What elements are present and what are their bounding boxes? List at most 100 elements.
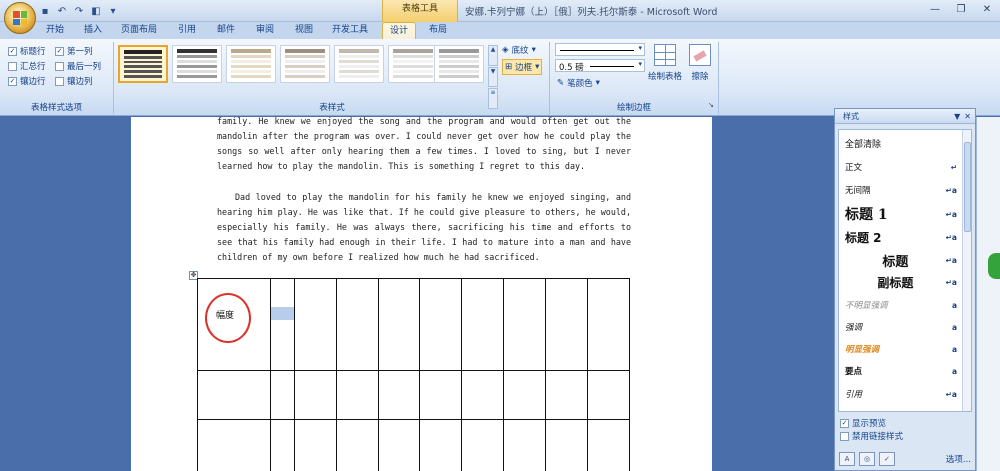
table-style-dark[interactable] bbox=[172, 45, 222, 83]
manage-styles-icon[interactable]: ✓ bbox=[879, 452, 895, 466]
table-cell[interactable] bbox=[293, 419, 337, 471]
total-row-checkbox[interactable] bbox=[8, 61, 17, 71]
table-style-grid[interactable] bbox=[118, 45, 168, 83]
undo-icon[interactable]: ↶ bbox=[55, 4, 69, 18]
table-cell[interactable] bbox=[419, 278, 463, 371]
table-cell[interactable] bbox=[377, 419, 421, 471]
tab-view[interactable]: 视图 bbox=[289, 22, 319, 39]
table-cell[interactable] bbox=[545, 419, 588, 471]
table-cell[interactable] bbox=[461, 419, 505, 471]
pane-close-icon[interactable]: ✕ bbox=[964, 112, 971, 121]
table-cell[interactable] bbox=[503, 278, 547, 371]
disable-linked-styles-checkbox[interactable] bbox=[840, 431, 849, 441]
table-cell[interactable] bbox=[197, 419, 271, 471]
last-column-checkbox[interactable] bbox=[55, 61, 64, 71]
table-cell[interactable] bbox=[587, 419, 630, 471]
tab-page-layout[interactable]: 页面布局 bbox=[117, 22, 161, 39]
style-inspector-icon[interactable]: ◎ bbox=[859, 452, 875, 466]
table-cell[interactable] bbox=[377, 370, 421, 420]
options-link[interactable]: 选项... bbox=[946, 453, 971, 465]
table-style-striped[interactable] bbox=[388, 45, 438, 83]
table-style-plain[interactable] bbox=[434, 45, 484, 83]
scrollbar-thumb[interactable] bbox=[964, 142, 971, 232]
tab-insert[interactable]: 插入 bbox=[78, 22, 108, 39]
eraser-button[interactable]: 擦除 bbox=[680, 44, 720, 82]
show-preview-option[interactable]: ✓ 显示预览 bbox=[840, 417, 886, 429]
style-item-strong[interactable]: 要点 a bbox=[839, 364, 963, 378]
table-cell[interactable] bbox=[419, 419, 463, 471]
table-cell[interactable] bbox=[197, 370, 271, 420]
table-cell[interactable] bbox=[293, 370, 337, 420]
table-style-tan[interactable] bbox=[280, 45, 330, 83]
table-cell[interactable] bbox=[503, 370, 547, 420]
tab-references[interactable]: 引用 bbox=[172, 22, 202, 39]
table-cell[interactable] bbox=[461, 370, 505, 420]
table-cell[interactable] bbox=[335, 370, 379, 420]
borders-button[interactable]: ⊞ 边框 ▾ bbox=[502, 59, 543, 75]
style-item-quote[interactable]: 引用 ↵a bbox=[839, 387, 963, 401]
style-item-heading-2[interactable]: 标题 2 ↵a bbox=[839, 228, 963, 246]
first-column-checkbox[interactable]: ✓ bbox=[55, 46, 64, 56]
option-last-column[interactable]: 最后一列 bbox=[55, 60, 101, 72]
header-row-checkbox[interactable]: ✓ bbox=[8, 46, 17, 56]
pen-color-button[interactable]: ✎ 笔颜色 ▾ bbox=[557, 77, 600, 89]
save-icon[interactable]: ▪ bbox=[38, 4, 52, 18]
line-style-dropdown[interactable]: ▾ bbox=[555, 43, 645, 56]
show-preview-checkbox[interactable]: ✓ bbox=[840, 418, 849, 428]
table-cell[interactable] bbox=[545, 370, 588, 420]
tab-developer[interactable]: 开发工具 bbox=[328, 22, 372, 39]
tab-mailings[interactable]: 邮件 bbox=[211, 22, 241, 39]
table-cell[interactable] bbox=[587, 278, 630, 371]
option-banded-rows[interactable]: ✓ 镶边行 bbox=[8, 75, 46, 87]
table-cell[interactable] bbox=[587, 370, 630, 420]
style-item-clear-all[interactable]: 全部清除 bbox=[839, 136, 963, 150]
dialog-launcher-icon[interactable]: ↘ bbox=[708, 101, 714, 109]
table-cell[interactable] bbox=[293, 278, 337, 371]
option-first-column[interactable]: ✓ 第一列 bbox=[55, 45, 93, 57]
tab-review[interactable]: 审阅 bbox=[250, 22, 280, 39]
style-item-normal[interactable]: 正文 ↵ bbox=[839, 160, 963, 174]
style-item-intense-emphasis[interactable]: 明显强调 a bbox=[839, 342, 963, 356]
option-header-row[interactable]: ✓ 标题行 bbox=[8, 45, 46, 57]
table-cell[interactable] bbox=[335, 278, 379, 371]
table-cell[interactable] bbox=[419, 370, 463, 420]
table-cell[interactable] bbox=[269, 370, 295, 420]
tab-layout[interactable]: 布局 bbox=[423, 22, 453, 39]
option-banded-columns[interactable]: 镶边列 bbox=[55, 75, 93, 87]
banded-rows-checkbox[interactable]: ✓ bbox=[8, 76, 17, 86]
shading-button[interactable]: ◈ 底纹 ▾ bbox=[502, 44, 536, 56]
print-preview-icon[interactable]: ◧ bbox=[89, 4, 103, 18]
style-item-emphasis[interactable]: 强调 a bbox=[839, 320, 963, 334]
style-item-title[interactable]: 标题 ↵a bbox=[839, 251, 963, 270]
minimize-icon[interactable]: — bbox=[922, 0, 948, 18]
line-weight-dropdown[interactable]: 0.5 磅 ▾ bbox=[555, 59, 645, 73]
table-cell[interactable] bbox=[545, 278, 588, 371]
option-total-row[interactable]: 汇总行 bbox=[8, 60, 46, 72]
redo-icon[interactable]: ↷ bbox=[72, 4, 86, 18]
disable-linked-styles-option[interactable]: 禁用链接样式 bbox=[840, 430, 903, 442]
style-item-heading-1[interactable]: 标题 1 ↵a bbox=[839, 204, 963, 224]
tab-design[interactable]: 设计 bbox=[382, 22, 416, 39]
document-table[interactable] bbox=[197, 278, 630, 471]
maximize-icon[interactable]: ❐ bbox=[948, 0, 974, 18]
style-item-no-spacing[interactable]: 无间隔 ↵a bbox=[839, 183, 963, 197]
style-item-subtle-emphasis[interactable]: 不明显强调 a bbox=[839, 298, 963, 312]
new-style-icon[interactable]: A bbox=[839, 452, 855, 466]
table-cell[interactable] bbox=[503, 419, 547, 471]
style-list-scrollbar[interactable] bbox=[962, 130, 971, 411]
gallery-down-icon[interactable]: ▼ bbox=[488, 66, 498, 88]
table-cell[interactable] bbox=[377, 278, 421, 371]
table-cell[interactable] bbox=[269, 419, 295, 471]
table-style-light-list[interactable] bbox=[334, 45, 384, 83]
gallery-up-icon[interactable]: ▲ bbox=[488, 45, 498, 66]
customize-qat-icon[interactable]: ▾ bbox=[106, 4, 120, 18]
table-cell[interactable] bbox=[335, 419, 379, 471]
office-button[interactable] bbox=[4, 2, 36, 34]
tab-home[interactable]: 开始 bbox=[40, 22, 70, 39]
table-cell[interactable] bbox=[269, 278, 295, 371]
style-item-subtitle[interactable]: 副标题 ↵a bbox=[839, 273, 963, 291]
floating-widget-icon[interactable] bbox=[988, 253, 1000, 279]
close-icon[interactable]: ✕ bbox=[974, 0, 1000, 18]
table-style-light-grid[interactable] bbox=[226, 45, 276, 83]
table-cell[interactable] bbox=[461, 278, 505, 371]
